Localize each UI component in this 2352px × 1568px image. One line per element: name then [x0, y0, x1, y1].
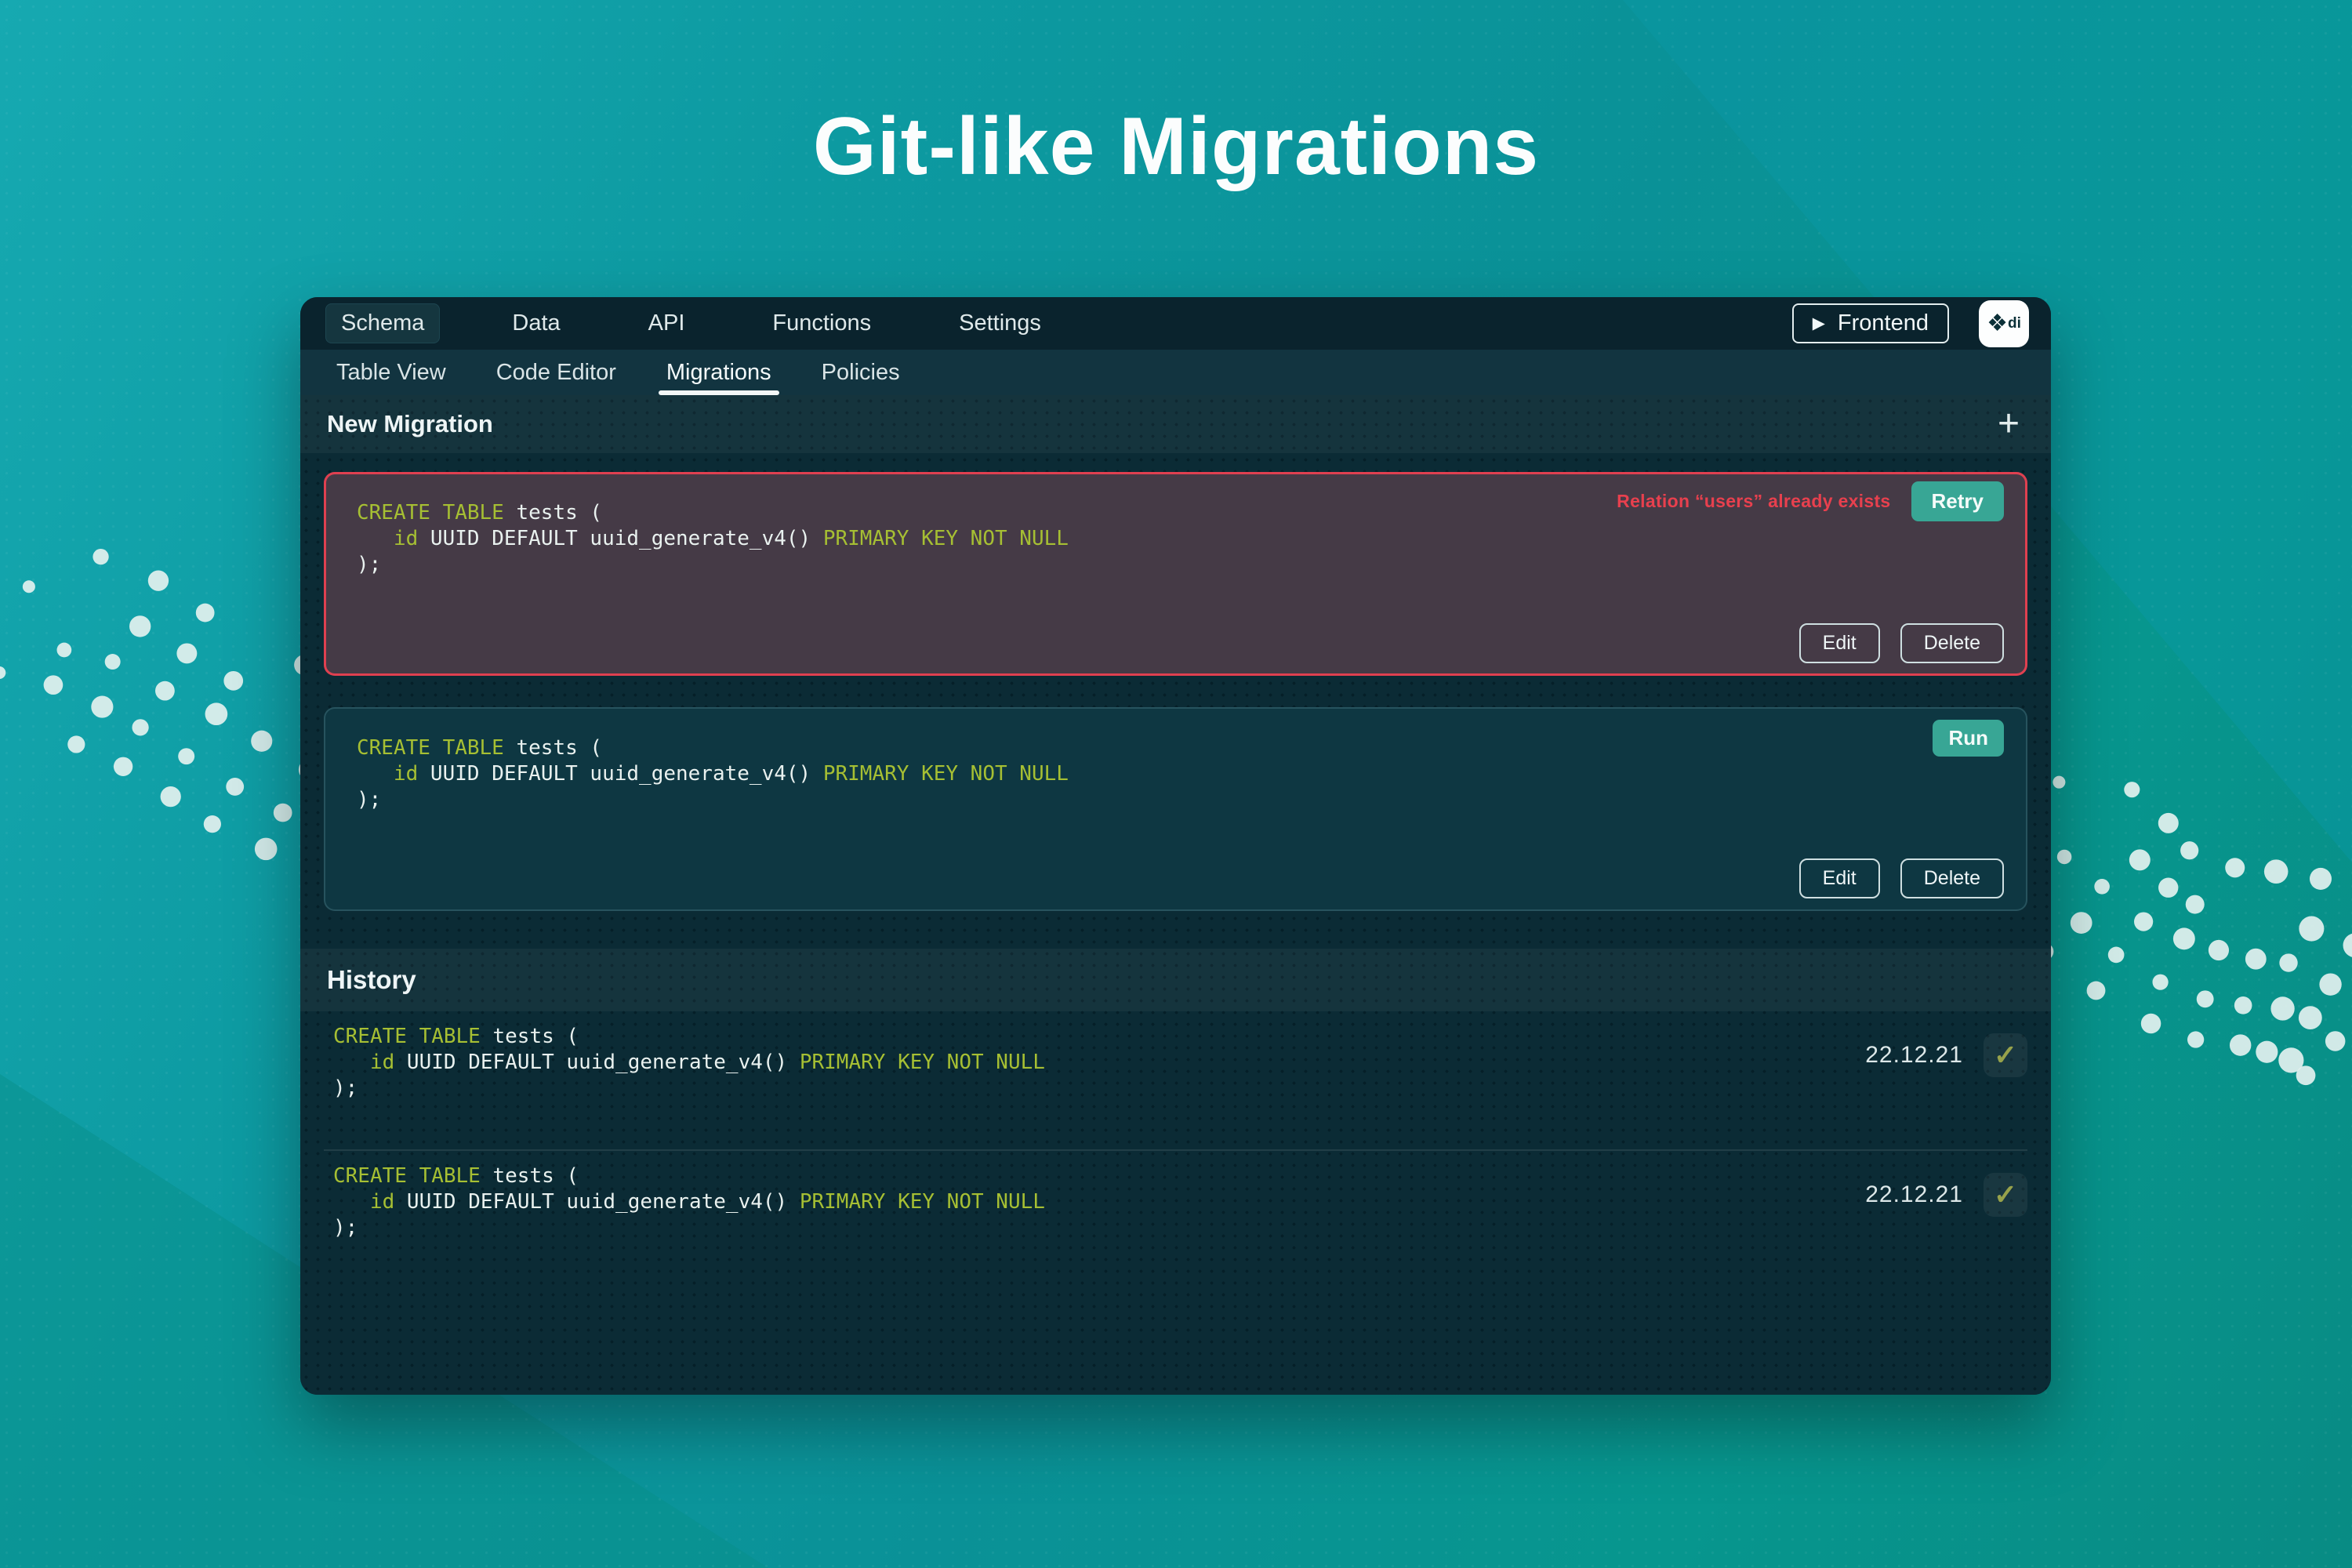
history-heading: History — [327, 965, 416, 994]
error-message: Relation “users” already exists — [1617, 491, 1891, 511]
applied-check-icon: ✓ — [1984, 1173, 2027, 1217]
history-date: 22.12.21 — [1865, 1042, 1963, 1068]
subnav-item-policies[interactable]: Policies — [818, 350, 903, 395]
sql-code-block: CREATE TABLE tests ( id UUID DEFAULT uui… — [357, 736, 1069, 811]
history-entry-meta: 22.12.21 ✓ — [1865, 1173, 2027, 1217]
play-icon: ▶ — [1812, 314, 1825, 332]
subnav-item-table-view[interactable]: Table View — [333, 350, 449, 395]
new-migration-header: New Migration + — [300, 395, 2051, 453]
subnav-item-migrations[interactable]: Migrations — [658, 350, 779, 395]
card-actions: Edit Delete — [1798, 858, 2004, 898]
panel-body: New Migration + CREATE TABLE tests ( id … — [300, 395, 2051, 1395]
history-list: CREATE TABLE tests ( id UUID DEFAULT uui… — [300, 1011, 2051, 1287]
diamonds-logo-icon: ❖ — [1987, 310, 2008, 336]
edit-button[interactable]: Edit — [1798, 858, 1880, 898]
history-header: History — [300, 949, 2051, 1011]
app-logo-button[interactable]: ❖ di — [1979, 299, 2029, 347]
history-entry: CREATE TABLE tests ( id UUID DEFAULT uui… — [324, 1011, 2027, 1149]
sql-code-block: CREATE TABLE tests ( id UUID DEFAULT uui… — [333, 1164, 1045, 1240]
applied-check-icon: ✓ — [1984, 1033, 2027, 1077]
delete-button[interactable]: Delete — [1900, 858, 2004, 898]
edit-button[interactable]: Edit — [1798, 623, 1880, 663]
retry-button[interactable]: Retry — [1911, 481, 2004, 521]
run-button[interactable]: Run — [1933, 720, 2004, 757]
top-navigation: Schema Data API Functions Settings ▶ Fro… — [300, 297, 2051, 350]
history-entry-meta: 22.12.21 ✓ — [1865, 1033, 2027, 1077]
error-row: Relation “users” already exists Retry — [1617, 481, 2004, 521]
migrations-app-panel: Schema Data API Functions Settings ▶ Fro… — [300, 297, 2051, 1395]
nav-item-api[interactable]: API — [633, 303, 701, 343]
frontend-button[interactable]: ▶ Frontend — [1791, 303, 1949, 343]
card-actions: Edit Delete — [1798, 623, 2004, 663]
history-entry: CREATE TABLE tests ( id UUID DEFAULT uui… — [324, 1149, 2027, 1287]
logo-text: di — [2008, 314, 2021, 332]
migration-card-pending: CREATE TABLE tests ( id UUID DEFAULT uui… — [324, 707, 2027, 911]
history-date: 22.12.21 — [1865, 1181, 1963, 1207]
nav-item-schema[interactable]: Schema — [325, 303, 441, 343]
frontend-button-label: Frontend — [1837, 310, 1929, 336]
nav-item-settings[interactable]: Settings — [943, 303, 1057, 343]
migration-card-error: CREATE TABLE tests ( id UUID DEFAULT uui… — [324, 472, 2027, 676]
nav-item-data[interactable]: Data — [496, 303, 575, 343]
new-migration-heading: New Migration — [327, 410, 493, 437]
add-migration-button[interactable]: + — [1993, 405, 2024, 443]
sql-code-block: CREATE TABLE tests ( id UUID DEFAULT uui… — [333, 1025, 1045, 1100]
delete-button[interactable]: Delete — [1900, 623, 2004, 663]
migration-cards: CREATE TABLE tests ( id UUID DEFAULT uui… — [300, 453, 2051, 911]
nav-item-functions[interactable]: Functions — [757, 303, 887, 343]
page-title: Git-like Migrations — [812, 101, 1540, 192]
subnav-item-code-editor[interactable]: Code Editor — [493, 350, 619, 395]
sub-navigation: Table View Code Editor Migrations Polici… — [300, 350, 2051, 395]
